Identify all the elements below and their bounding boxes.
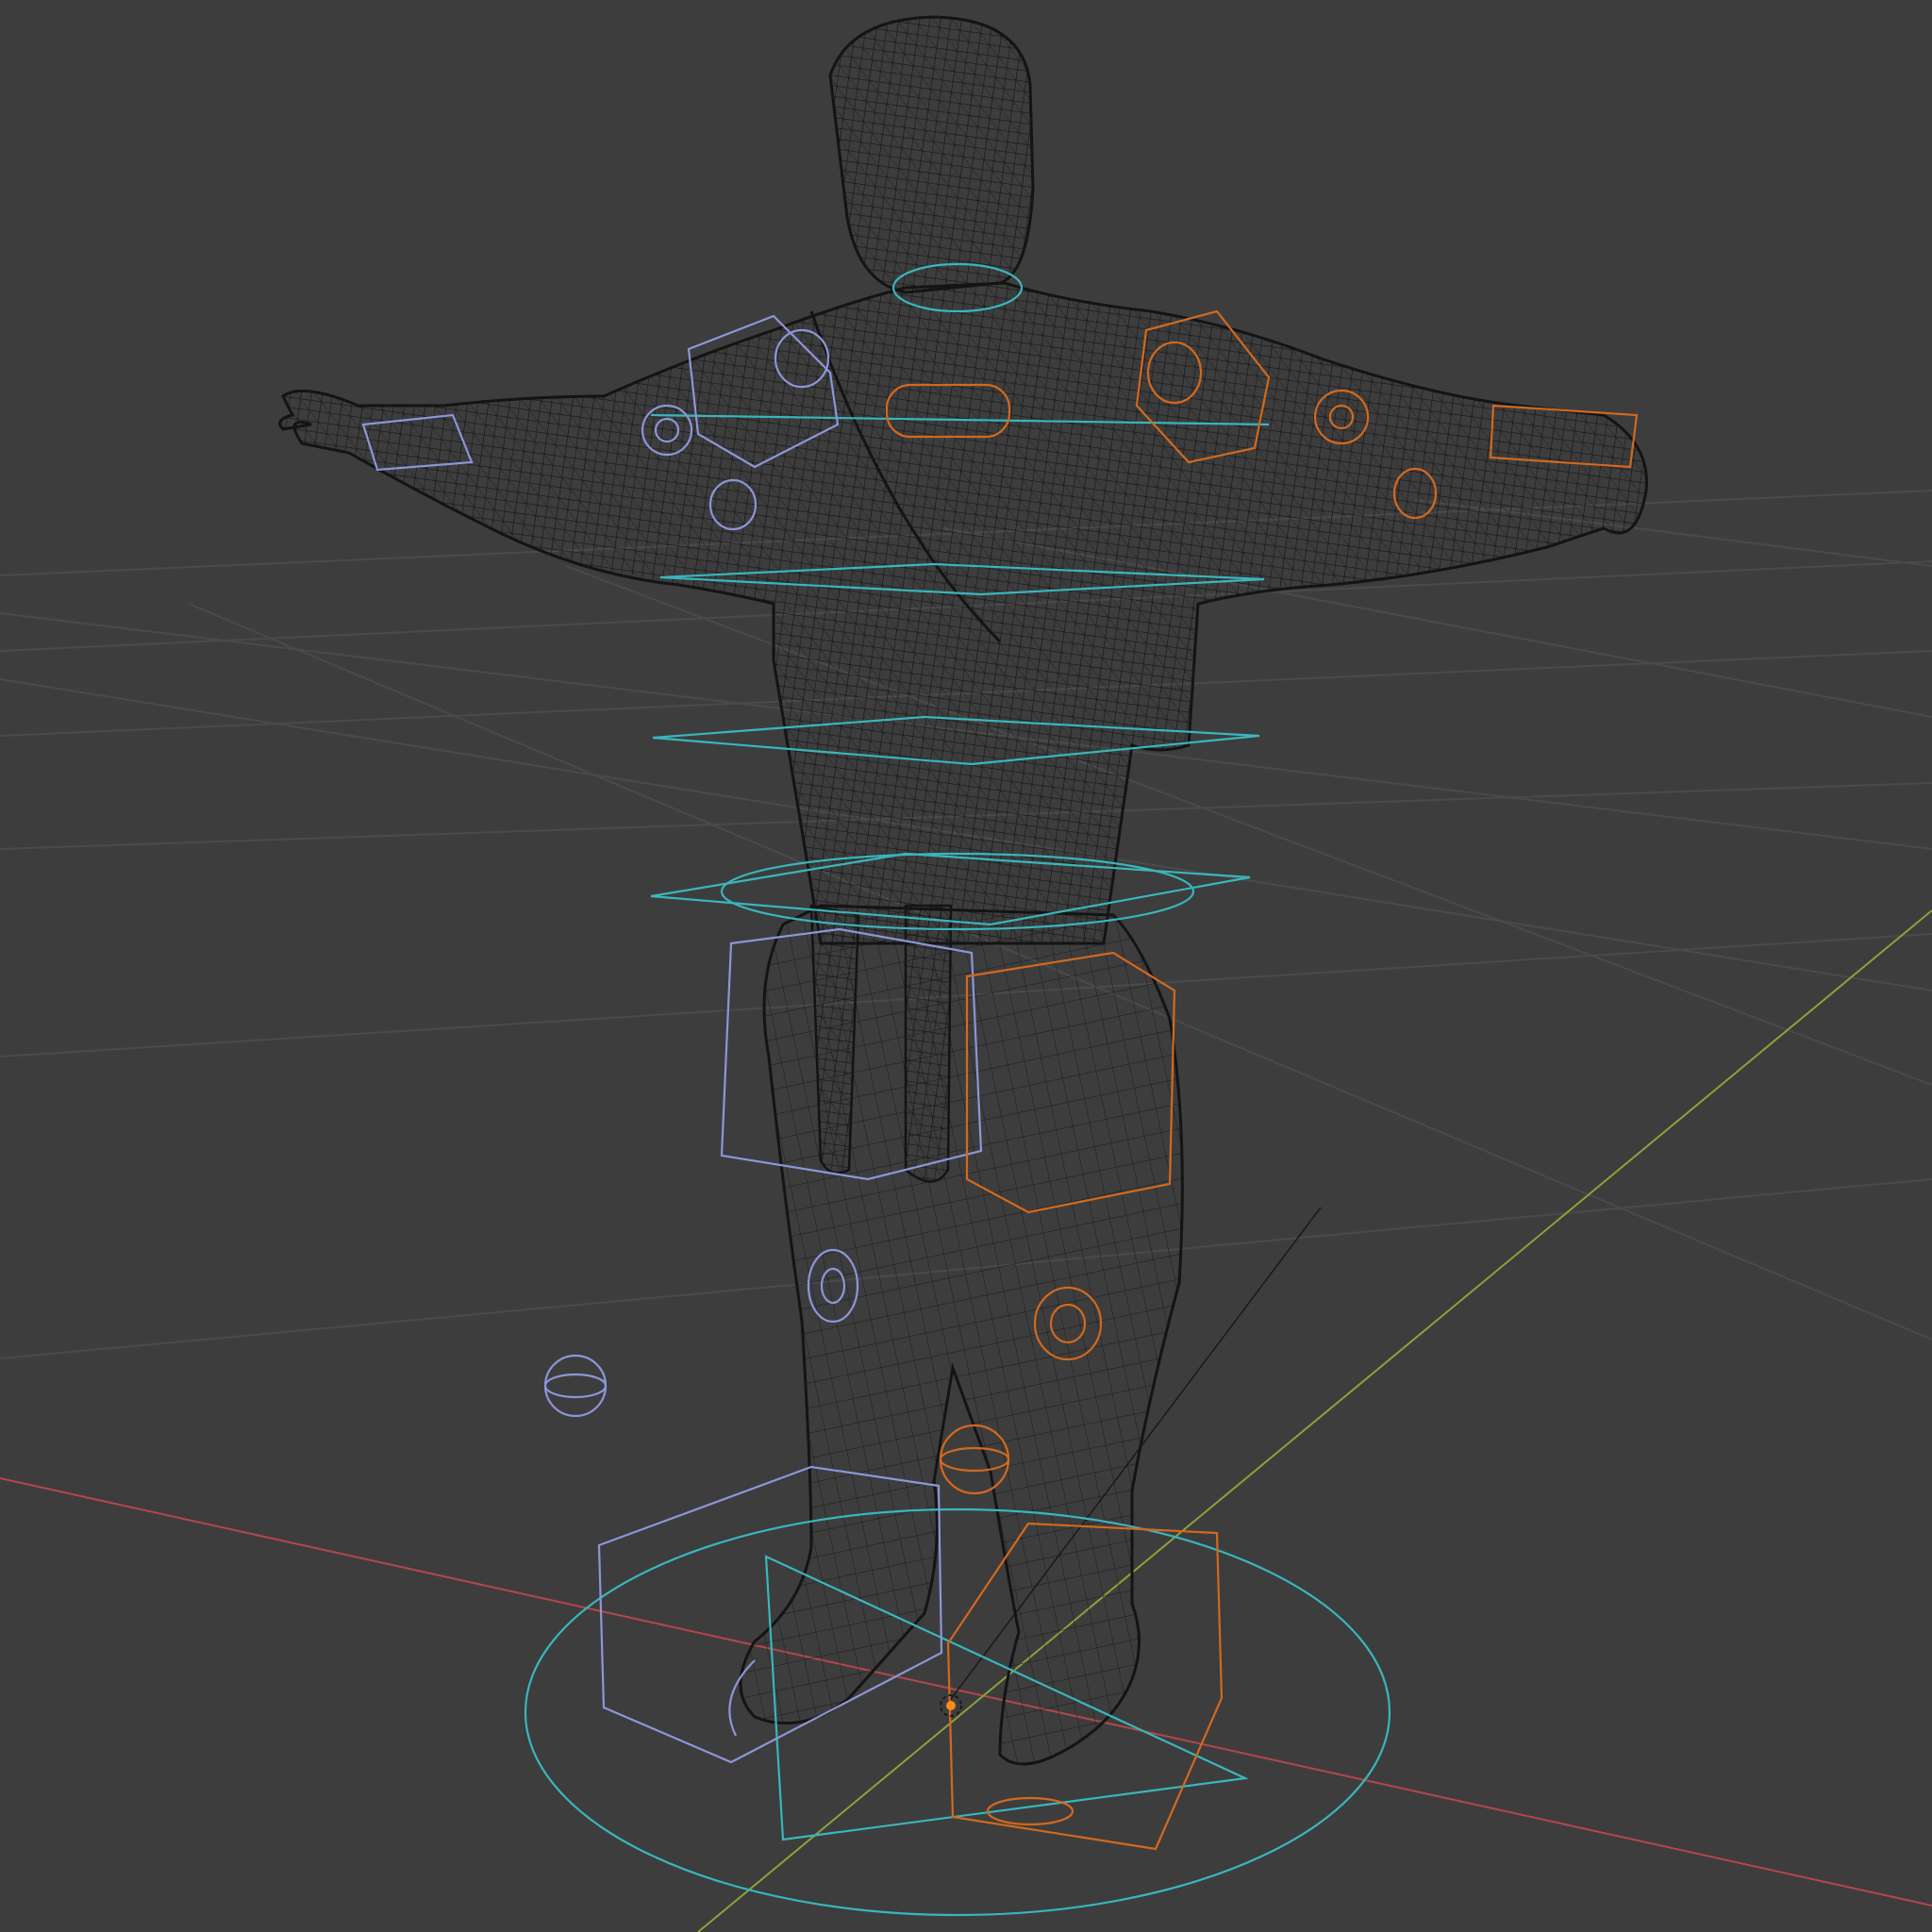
- 3d-viewport[interactable]: [0, 0, 1932, 1932]
- viewport-canvas[interactable]: [0, 0, 1932, 1932]
- head-mesh: [828, 15, 1035, 294]
- 3d-cursor-center: [946, 1701, 956, 1710]
